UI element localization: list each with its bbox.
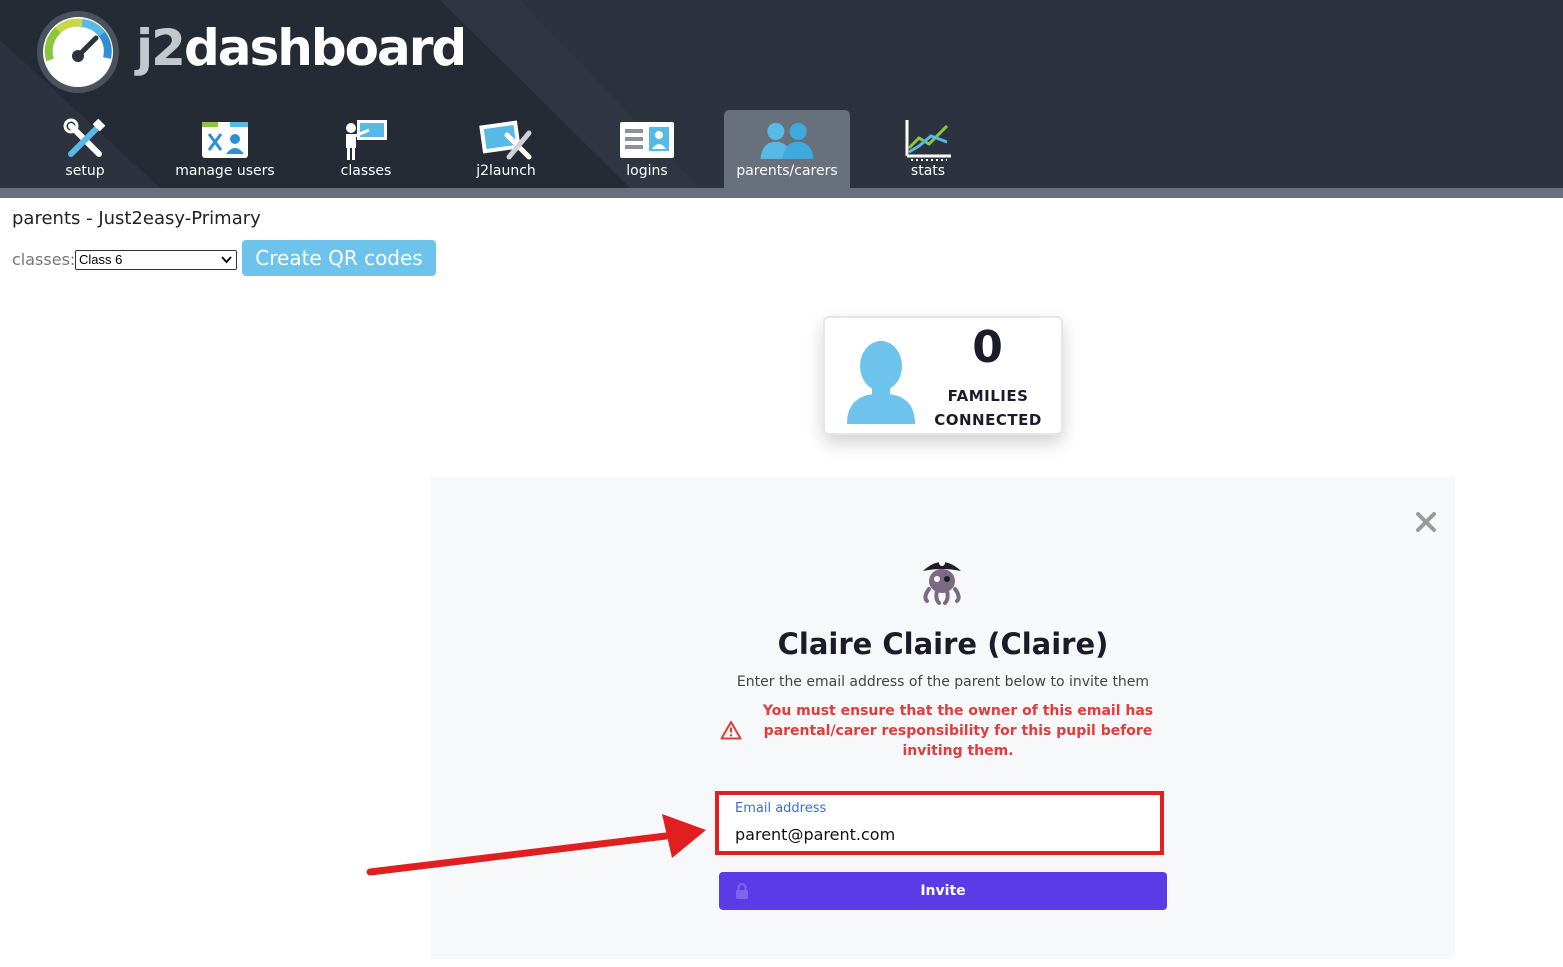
manage-users-icon (195, 118, 255, 162)
id-card-icon (617, 118, 677, 162)
app-brand: j2dashboard (136, 18, 467, 78)
invite-label: Invite (920, 883, 966, 899)
teacher-board-icon (336, 118, 396, 162)
invite-instruction: Enter the email address of the parent be… (736, 674, 1150, 690)
nav-label: logins (626, 163, 668, 179)
nav-stats[interactable]: stats (865, 110, 991, 188)
email-label: Email address (735, 801, 827, 816)
families-label-line2: CONNECTED (934, 411, 1042, 429)
nav-label: parents/carers (736, 163, 838, 179)
families-label-line1: FAMILIES (947, 387, 1029, 405)
families-count: 0 (972, 322, 1003, 373)
brand-suffix: dashboard (183, 19, 467, 77)
header-band (0, 188, 1563, 198)
classes-label: classes: (12, 250, 76, 269)
chevron-down-icon (221, 256, 232, 264)
app-header: j2dashboard setup manage users classes j… (0, 0, 1563, 198)
pupil-name: Claire Claire (Claire) (777, 627, 1109, 661)
launch-tools-icon (476, 118, 536, 162)
nav-label: setup (65, 163, 105, 179)
tools-icon (55, 118, 115, 162)
lock-icon (736, 883, 748, 899)
create-qr-codes-button[interactable]: Create QR codes (242, 240, 436, 276)
brand-prefix: j2 (136, 19, 186, 77)
nav-logins[interactable]: logins (584, 110, 710, 188)
speedometer-logo-icon (37, 11, 119, 93)
class-select[interactable]: Class 6 (75, 250, 237, 270)
invite-button[interactable]: Invite (719, 872, 1167, 910)
invite-parent-modal: Claire Claire (Claire) Enter the email a… (431, 477, 1455, 959)
annotation-arrow-icon (366, 814, 706, 876)
nav-label: manage users (175, 163, 275, 179)
nav-j2launch[interactable]: j2launch (443, 110, 569, 188)
warning-icon (720, 721, 742, 740)
email-field-highlight: Email address (715, 791, 1164, 855)
person-icon (847, 341, 915, 424)
families-label: FAMILIES CONNECTED (927, 384, 1049, 432)
nav-label: j2launch (476, 163, 536, 179)
responsibility-warning: You must ensure that the owner of this e… (762, 703, 1154, 759)
nav-label: classes (340, 163, 392, 179)
families-connected-card: 0 FAMILIES CONNECTED (823, 316, 1063, 435)
pirate-avatar-icon (923, 560, 961, 605)
email-input[interactable] (735, 821, 1145, 847)
nav-classes[interactable]: classes (303, 110, 429, 188)
chart-icon (898, 118, 958, 162)
nav-manage-users[interactable]: manage users (162, 110, 288, 188)
page-title: parents - Just2easy-Primary (12, 208, 261, 229)
parents-icon (757, 118, 817, 162)
nav-parents-carers[interactable]: parents/carers (724, 110, 850, 188)
class-select-value: Class 6 (79, 252, 123, 267)
nav-setup[interactable]: setup (22, 110, 148, 188)
close-icon[interactable] (1413, 509, 1439, 535)
nav-label: stats (910, 163, 946, 179)
